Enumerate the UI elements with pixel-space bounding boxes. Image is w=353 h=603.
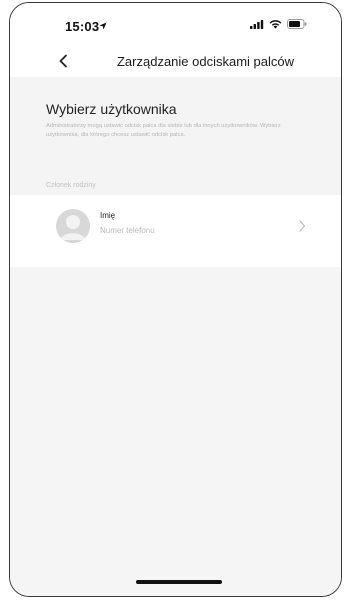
empty-content-area bbox=[10, 267, 341, 596]
phone-screen: 15:03 Zarządzanie odciskami palców Wybie… bbox=[9, 2, 342, 597]
home-indicator[interactable] bbox=[136, 580, 222, 584]
user-avatar-icon bbox=[56, 209, 90, 243]
family-member-label: Członek rodziny bbox=[46, 182, 96, 189]
status-bar: 15:03 bbox=[10, 3, 341, 43]
user-phone: Numer telefonu bbox=[100, 226, 155, 235]
chevron-right-icon bbox=[299, 220, 306, 232]
list-bottom-padding bbox=[10, 259, 341, 267]
location-arrow-icon bbox=[99, 22, 107, 30]
chevron-left-icon bbox=[59, 54, 67, 68]
user-list-item[interactable]: Imię Numer telefonu bbox=[10, 195, 341, 259]
section-heading: Wybierz użytkownika bbox=[46, 101, 177, 117]
status-time: 15:03 bbox=[65, 19, 100, 34]
header-area: 15:03 Zarządzanie odciskami palców bbox=[10, 3, 341, 77]
user-name: Imię bbox=[100, 211, 116, 220]
section-description: Administratorzy mogą ustawić odcisk palc… bbox=[46, 123, 281, 138]
navigation-bar: Zarządzanie odciskami palców bbox=[10, 47, 341, 77]
wifi-icon bbox=[269, 19, 282, 29]
status-icons bbox=[250, 19, 307, 29]
avatar bbox=[56, 209, 90, 243]
page-title: Zarządzanie odciskami palców bbox=[116, 54, 295, 69]
battery-icon bbox=[287, 19, 307, 29]
intro-section: Wybierz użytkownika Administratorzy mogą… bbox=[10, 77, 341, 195]
back-button[interactable] bbox=[52, 50, 74, 72]
cellular-signal-icon bbox=[250, 19, 264, 29]
